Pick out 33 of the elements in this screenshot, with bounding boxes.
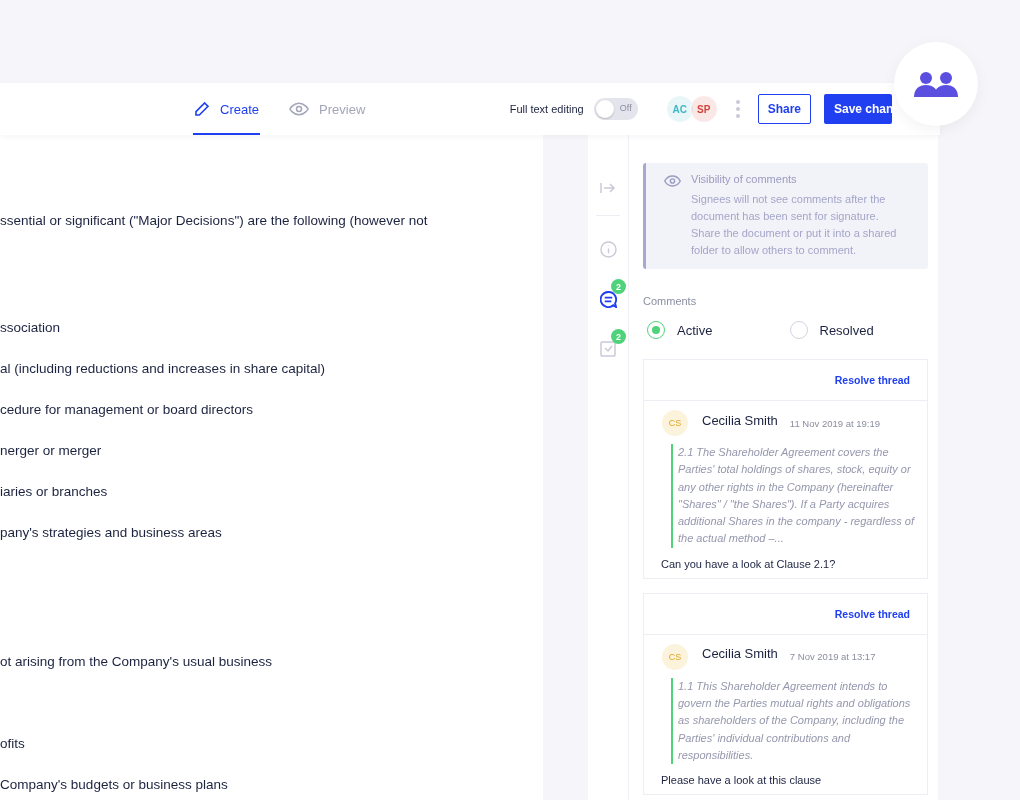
comment-text: Can you have a look at Clause 2.1? <box>661 557 837 570</box>
resolve-link[interactable]: Resolve thread <box>834 374 910 386</box>
count-badge: 2 <box>611 279 626 294</box>
user-avatar[interactable]: SP <box>689 95 718 123</box>
document-text: nerger or merger <box>0 443 103 460</box>
save-button[interactable]: Save chan <box>824 94 892 124</box>
comment-time: 7 Nov 2019 at 13:17 <box>789 651 876 663</box>
document-text: al (including reductions and increases in share capital) <box>0 361 326 378</box>
section-label: Comments <box>643 295 698 307</box>
document-text: ssential or significant ("Major Decisions") are the following (however not <box>0 213 429 230</box>
quoted-clause: 1.1 This Shareholder Agreement intends to govern the Parties mutual rights and obligations as shareholders of the Company, including the Parties' individual contributions and responsibilities. <box>671 677 917 765</box>
author-name: Cecilia Smith <box>702 646 778 662</box>
comment-time: 11 Nov 2019 at 19:19 <box>789 417 880 429</box>
notice-text: Signees will not see comments after the document has been sent for signature. Share the document or put it into a shared folder to allow others to comment. <box>691 192 898 258</box>
document-text: iaries or branches <box>0 484 109 501</box>
count-badge: 2 <box>611 329 626 344</box>
toggle-label: Full text editing <box>509 103 584 115</box>
user-avatar: CS <box>662 643 688 670</box>
document-text: ofits <box>0 736 26 753</box>
document-text: pany's strategies and business areas <box>0 525 223 542</box>
notice-title: Visibility of comments <box>691 173 798 185</box>
quoted-clause: 2.1 The Shareholder Agreement covers the Parties' total holdings of shares, stock, equity or any other rights in the Company (hereinafter "Shares" / "the Shares"). If a Party acquires additional Shares in the company - regardless of the actual method –... <box>671 444 917 548</box>
comment-text: Please have a look at this clause <box>661 774 823 787</box>
author-name: Cecilia Smith <box>702 412 778 428</box>
filter-radio[interactable]: Active <box>643 321 786 339</box>
document-text: cedure for management or board directors <box>0 402 254 419</box>
document-text: ssociation <box>0 320 62 337</box>
document-text: ot arising from the Company's usual business <box>0 654 273 671</box>
user-avatar: CS <box>662 410 688 436</box>
resolve-link[interactable]: Resolve thread <box>834 607 910 620</box>
document-text: Company's budgets or business plans <box>0 777 229 794</box>
share-button[interactable]: Share <box>757 94 811 124</box>
filter-radio[interactable]: Resolved <box>785 321 928 339</box>
